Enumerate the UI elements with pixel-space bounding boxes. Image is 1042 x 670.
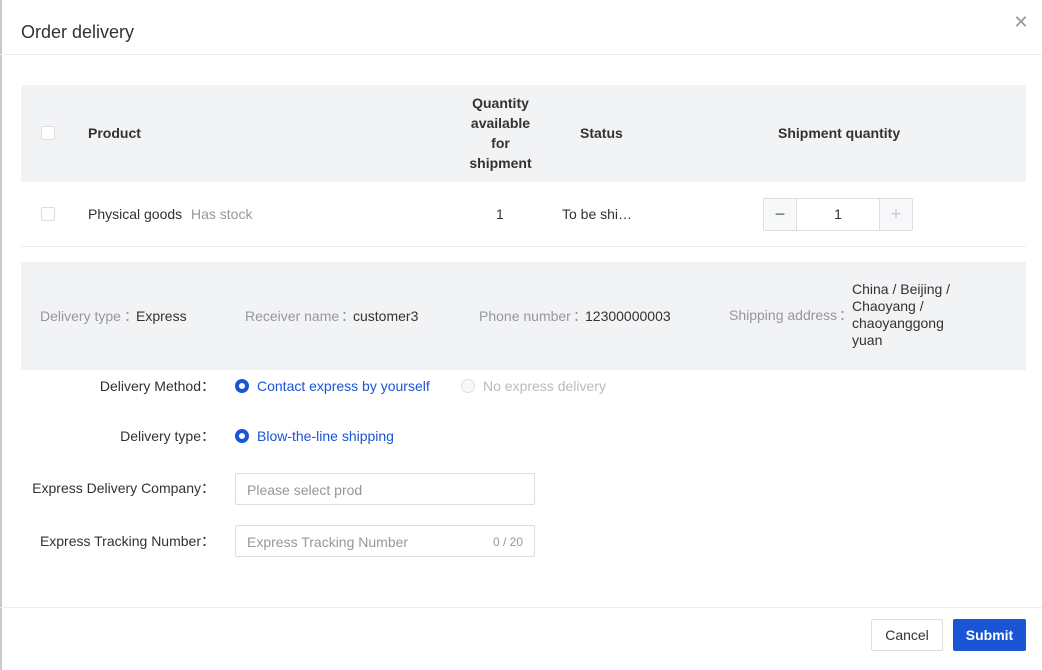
close-icon[interactable]: ✕	[1012, 13, 1030, 31]
table-row: Physical goods Has stock 1 To be shi… − …	[21, 182, 1026, 247]
express-company-select[interactable]: Please select prod	[235, 473, 535, 505]
radio-blow-the-line-label[interactable]: Blow-the-line shipping	[257, 426, 394, 446]
tracking-number-input[interactable]: Express Tracking Number 0 / 20	[235, 525, 535, 557]
shipment-quantity-stepper: − 1 +	[763, 198, 913, 231]
quantity-available: 1	[496, 206, 504, 222]
submit-button[interactable]: Submit	[953, 619, 1026, 651]
radio-contact-express-label[interactable]: Contact express by yourself	[257, 376, 430, 396]
shipping-address-value: China / Beijing / Chaoyang / chaoyanggon…	[852, 281, 951, 348]
delivery-type-label: Delivery type	[40, 308, 121, 324]
dialog-title: Order delivery	[21, 22, 135, 42]
delivery-info-panel: Delivery type ： Express Receiver name ： …	[21, 262, 1026, 370]
tracking-number-label: Express Tracking Number：	[39, 533, 215, 549]
delivery-type-form-label: Delivery type：	[120, 428, 215, 444]
express-company-label: Express Delivery Company：	[32, 480, 215, 496]
dialog-footer: Cancel Submit	[0, 607, 1042, 670]
shipping-address-separator: ：	[839, 307, 853, 323]
receiver-name-value: customer3	[353, 308, 419, 324]
plus-icon[interactable]: +	[879, 199, 912, 230]
cancel-button[interactable]: Cancel	[871, 619, 943, 651]
shipment-quantity-input[interactable]: 1	[797, 199, 879, 230]
delivery-method-label: Delivery Method：	[99, 378, 215, 394]
delivery-type-value: Express	[136, 308, 187, 324]
product-name: Physical goods	[88, 206, 183, 222]
express-company-placeholder: Please select prod	[247, 482, 363, 498]
radio-no-express-label[interactable]: No express delivery	[483, 376, 606, 396]
tracking-number-counter: 0 / 20	[492, 535, 523, 549]
header-quantity-available: Quantity available for shipment	[469, 95, 532, 171]
receiver-name-label: Receiver name	[245, 308, 340, 324]
radio-contact-express[interactable]	[235, 379, 249, 393]
header-shipment-quantity: Shipment quantity	[778, 125, 901, 141]
order-status: To be shi…	[562, 206, 633, 222]
dialog-left-border	[0, 0, 2, 670]
phone-number-label: Phone number	[479, 308, 571, 324]
tracking-number-placeholder: Express Tracking Number	[247, 534, 409, 550]
radio-blow-the-line[interactable]	[235, 429, 249, 443]
select-all-checkbox[interactable]	[41, 126, 55, 140]
table-header: Product Quantity available for shipment …	[21, 85, 1026, 182]
dialog-header: Order delivery ✕	[0, 0, 1042, 55]
radio-no-express[interactable]	[461, 379, 475, 393]
phone-number-value: 12300000003	[585, 308, 671, 324]
stock-status: Has stock	[191, 206, 253, 222]
row-checkbox[interactable]	[41, 207, 55, 221]
minus-icon[interactable]: −	[764, 199, 797, 230]
products-table: Product Quantity available for shipment …	[21, 85, 1026, 247]
header-status: Status	[580, 125, 623, 141]
shipping-address-label: Shipping address	[729, 307, 838, 323]
header-product: Product	[88, 125, 141, 141]
